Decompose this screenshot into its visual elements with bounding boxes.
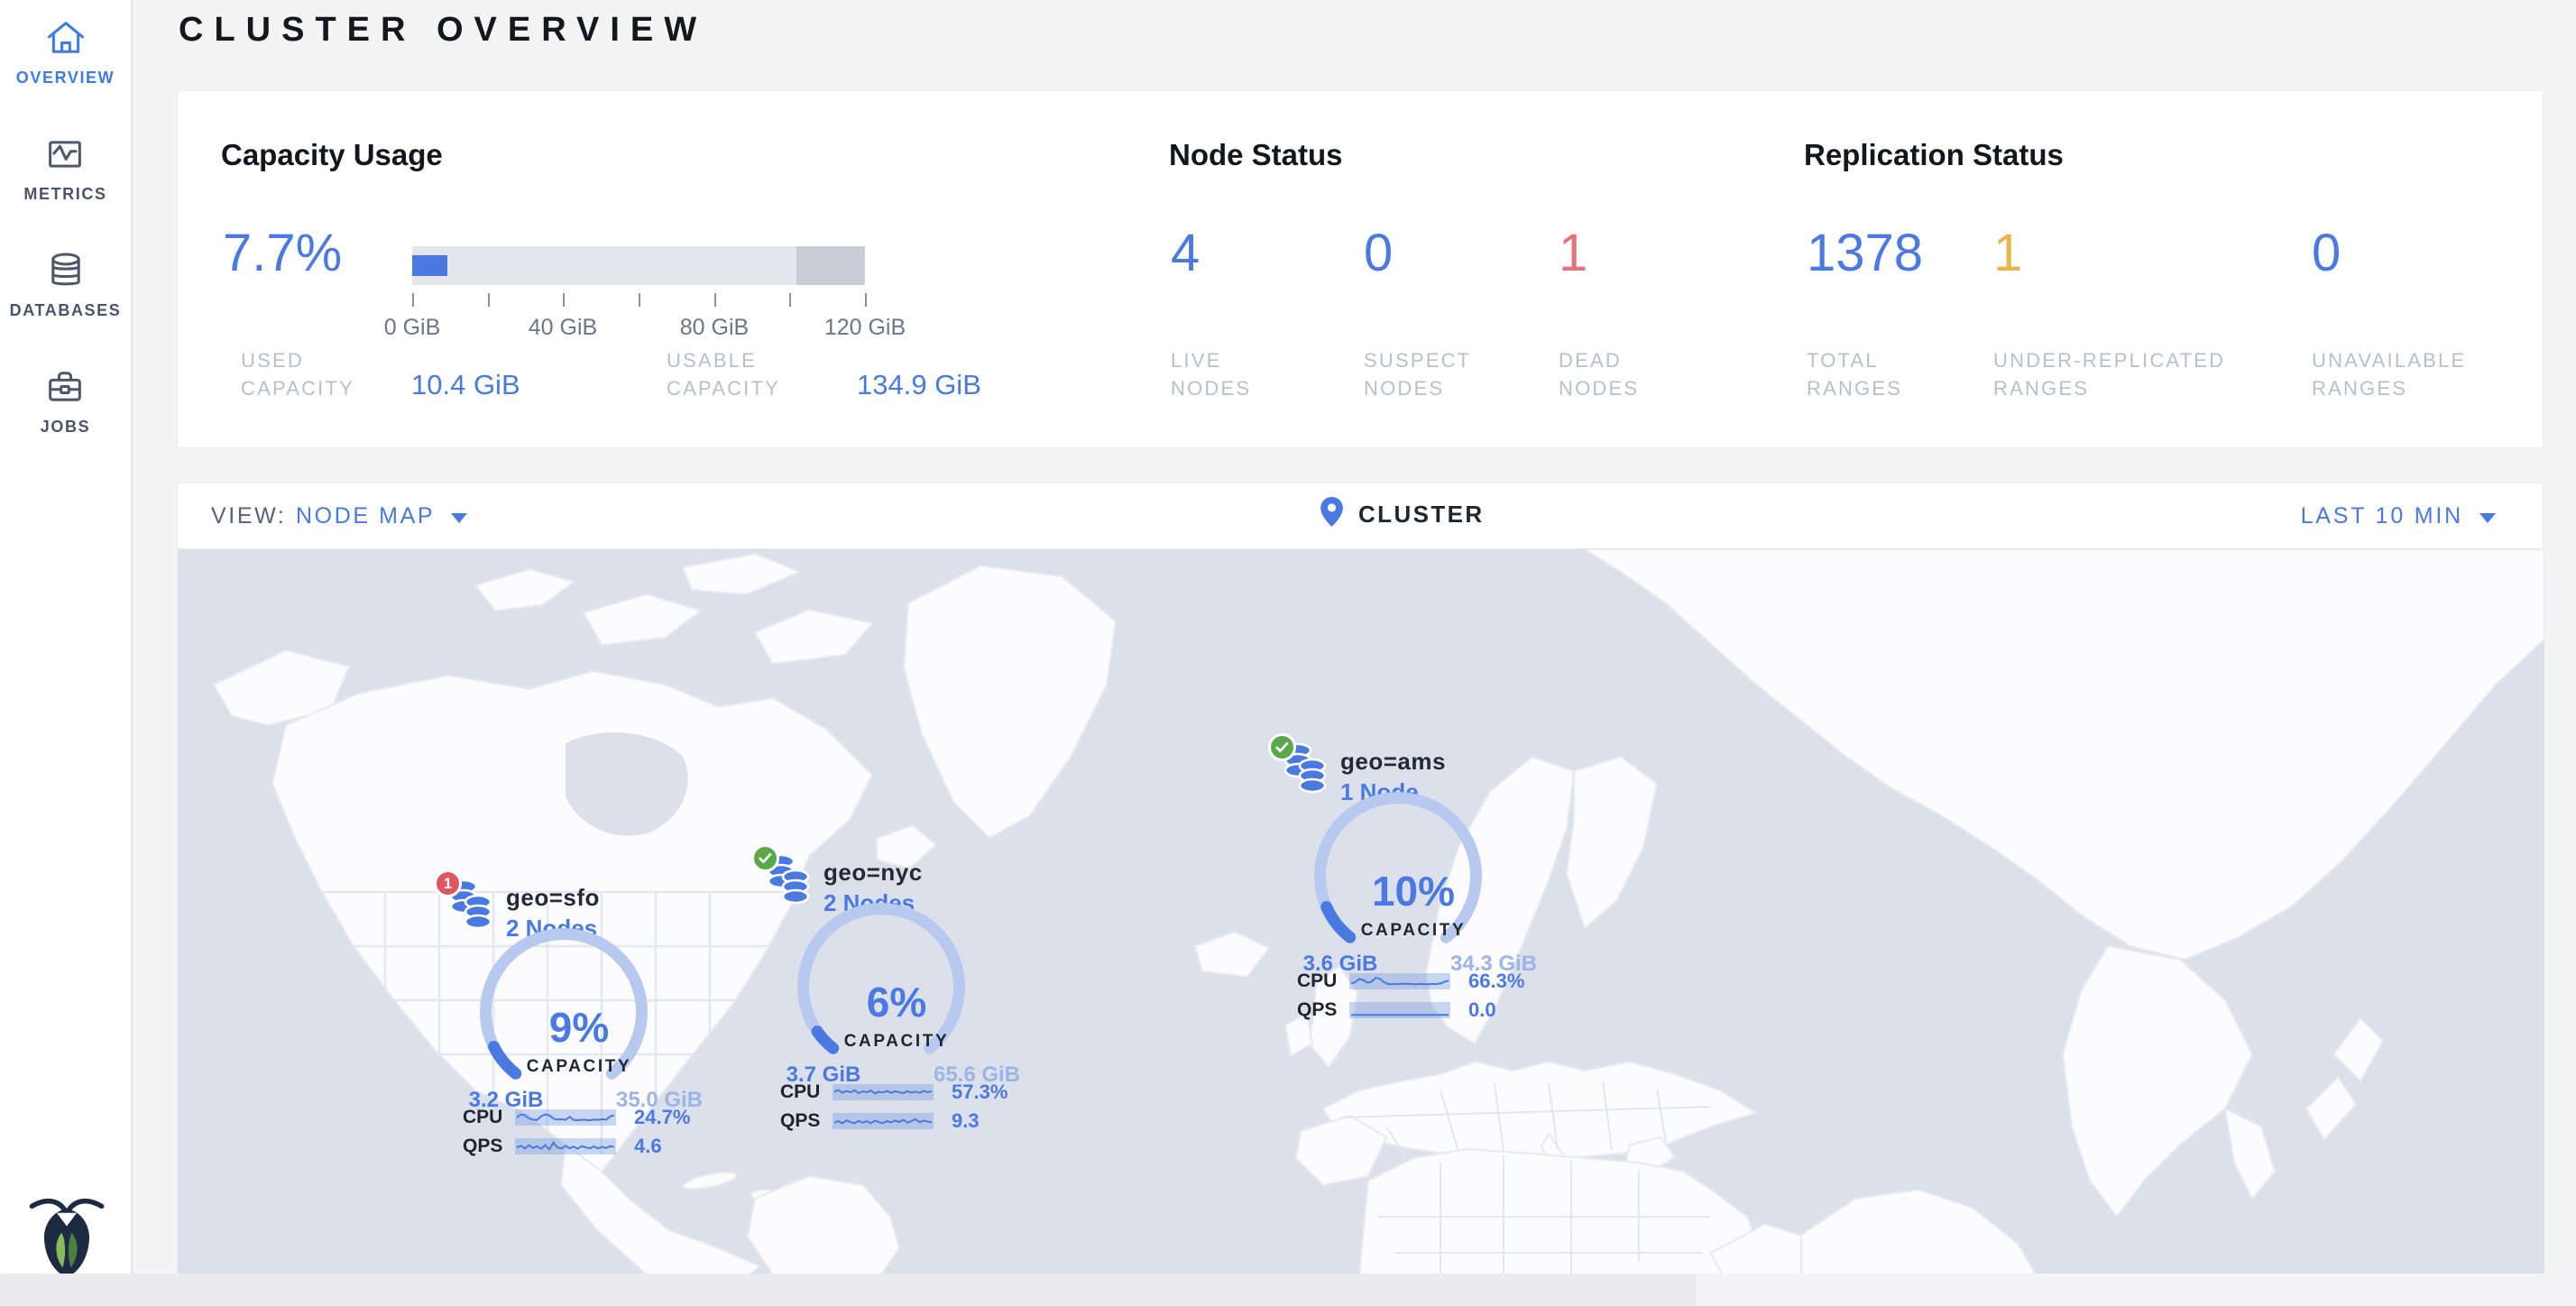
live-nodes-count: 4 xyxy=(1171,225,1200,282)
cpu-sparkline xyxy=(833,1084,934,1100)
sidebar-item-metrics[interactable]: METRICS xyxy=(23,133,106,204)
qps-value: 4.6 xyxy=(634,1135,662,1158)
usable-capacity-label: USABLECAPACITY xyxy=(667,346,780,402)
node-status-title: Node Status xyxy=(1169,138,1343,172)
cpu-value: 57.3% xyxy=(952,1081,1007,1104)
used-capacity-label: USEDCAPACITY xyxy=(241,346,354,402)
suspect-nodes-label: SUSPECTNODES xyxy=(1364,346,1471,402)
database-icon xyxy=(44,249,87,292)
capacity-bar-used xyxy=(412,255,447,276)
sidebar-item-overview[interactable]: OVERVIEW xyxy=(16,16,115,87)
qps-value: 9.3 xyxy=(952,1109,980,1133)
cpu-sparkline xyxy=(1349,973,1450,989)
page-title: CLUSTER OVERVIEW xyxy=(179,11,707,50)
status-badge xyxy=(751,844,779,872)
metrics-icon xyxy=(43,133,87,176)
usable-capacity-value: 134.9 GiB xyxy=(857,369,981,401)
gauge-capacity-label: CAPACITY xyxy=(1314,921,1513,941)
cpu-metric-row: CPU 57.3% xyxy=(780,1081,1007,1104)
sidebar: OVERVIEW METRICS DATABASES xyxy=(0,0,133,1306)
suspect-nodes-count: 0 xyxy=(1364,225,1393,282)
gauge-capacity-label: CAPACITY xyxy=(797,1032,996,1052)
gauge-percent: 10% xyxy=(1323,867,1504,915)
horizontal-scrollbar[interactable] xyxy=(0,1274,2576,1306)
locality-marker-nyc[interactable]: geo=nyc 2 Nodes 6% CAPACITY 3.7 GiB 65.6… xyxy=(762,851,1051,1149)
locality-name: geo=ams xyxy=(1340,748,1446,776)
capacity-bar-reserved xyxy=(796,246,865,285)
map-pin-icon xyxy=(1320,496,1344,532)
locality-marker-sfo[interactable]: 1 geo=sfo 2 Nodes 9% CAPACITY 3.2 GiB 35 xyxy=(445,877,733,1174)
unavailable-ranges-count: 0 xyxy=(2312,225,2341,282)
capacity-usage-title: Capacity Usage xyxy=(221,138,443,172)
cpu-metric-row: CPU 24.7% xyxy=(463,1106,690,1129)
live-nodes-label: LIVENODES xyxy=(1171,346,1251,402)
breadcrumb: CLUSTER xyxy=(1320,496,1485,532)
view-label: VIEW: xyxy=(211,503,286,529)
locality-name: geo=sfo xyxy=(506,884,600,912)
status-badge: 1 xyxy=(434,869,462,897)
gauge-capacity-label: CAPACITY xyxy=(480,1057,678,1077)
sidebar-item-label: OVERVIEW xyxy=(16,69,115,87)
qps-sparkline xyxy=(1349,1002,1450,1018)
gauge-percent: 9% xyxy=(489,1003,669,1052)
node-map-card: VIEW: NODE MAP CLUSTER LAST 10 MIN xyxy=(177,483,2544,1274)
qps-metric-row: QPS 4.6 xyxy=(463,1135,662,1158)
locality-name: geo=nyc xyxy=(823,859,923,887)
chevron-down-icon xyxy=(2479,513,2496,523)
home-icon xyxy=(44,16,87,60)
map-toolbar: VIEW: NODE MAP CLUSTER LAST 10 MIN xyxy=(178,483,2543,549)
cpu-value: 24.7% xyxy=(634,1106,690,1129)
sidebar-item-jobs[interactable]: JOBS xyxy=(41,365,90,437)
dead-nodes-label: DEADNODES xyxy=(1559,346,1639,402)
capacity-percent: 7.7% xyxy=(223,225,342,282)
qps-sparkline xyxy=(833,1113,934,1129)
cpu-metric-row: CPU 66.3% xyxy=(1297,970,1524,993)
world-map: 1 geo=sfo 2 Nodes 9% CAPACITY 3.2 GiB 35 xyxy=(178,549,2544,1274)
sidebar-item-label: JOBS xyxy=(41,418,90,437)
used-capacity-value: 10.4 GiB xyxy=(411,369,520,401)
capacity-gauge: 6% CAPACITY 3.7 GiB 65.6 GiB xyxy=(777,888,985,1086)
summary-card: Capacity Usage 7.7% 0 GiB40 GiB80 GiB120… xyxy=(177,90,2544,448)
total-ranges-count: 1378 xyxy=(1807,225,1923,282)
cpu-sparkline xyxy=(515,1109,616,1126)
qps-metric-row: QPS 0.0 xyxy=(1297,998,1496,1022)
time-range-dropdown[interactable]: LAST 10 MIN xyxy=(2301,503,2496,529)
breadcrumb-cluster: CLUSTER xyxy=(1358,501,1485,529)
total-ranges-label: TOTALRANGES xyxy=(1807,346,1902,402)
qps-sparkline xyxy=(515,1138,616,1154)
locality-marker-ams[interactable]: geo=ams 1 Node 10% CAPACITY 3.6 GiB 34.3… xyxy=(1279,740,1568,1038)
gauge-percent: 6% xyxy=(806,978,987,1026)
scrollbar-thumb[interactable] xyxy=(0,1274,1696,1306)
capacity-bar: 0 GiB40 GiB80 GiB120 GiB xyxy=(412,246,865,285)
sidebar-item-label: DATABASES xyxy=(10,301,122,320)
replication-status-title: Replication Status xyxy=(1804,138,2064,172)
capacity-gauge: 9% CAPACITY 3.2 GiB 35.0 GiB xyxy=(460,913,667,1111)
unavailable-ranges-label: UNAVAILABLERANGES xyxy=(2312,346,2466,402)
qps-value: 0.0 xyxy=(1468,998,1496,1022)
capacity-gauge: 10% CAPACITY 3.6 GiB 34.3 GiB xyxy=(1294,777,1502,975)
capacity-bar-ticks: 0 GiB40 GiB80 GiB120 GiB xyxy=(412,293,865,347)
under-replicated-ranges-label: UNDER-REPLICATEDRANGES xyxy=(1993,346,2225,402)
cockroachdb-logo xyxy=(0,1190,133,1283)
qps-metric-row: QPS 9.3 xyxy=(780,1109,980,1133)
sidebar-item-label: METRICS xyxy=(23,185,106,204)
cpu-value: 66.3% xyxy=(1468,970,1524,993)
under-replicated-ranges-count: 1 xyxy=(1993,225,2022,282)
briefcase-icon xyxy=(43,365,87,409)
sidebar-item-databases[interactable]: DATABASES xyxy=(10,249,122,320)
chevron-down-icon xyxy=(451,513,467,523)
dead-nodes-count: 1 xyxy=(1559,225,1587,282)
view-selector-dropdown[interactable]: NODE MAP xyxy=(296,503,467,529)
status-badge xyxy=(1268,733,1296,761)
